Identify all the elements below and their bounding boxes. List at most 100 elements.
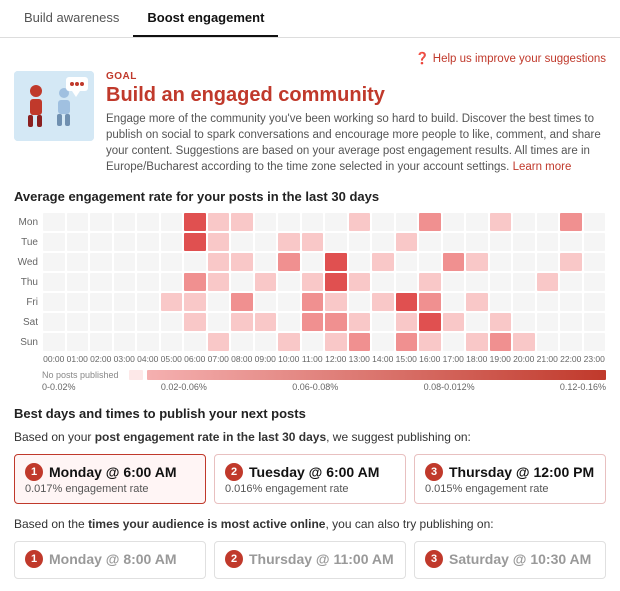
heatmap-cell: [513, 293, 535, 311]
audience-card: 3 Saturday @ 10:30 AM: [414, 541, 606, 579]
goal-text-block: GOAL Build an engaged community Engage m…: [106, 71, 606, 175]
heatmap-cell: [537, 213, 559, 231]
hour-label: 03:00: [113, 354, 137, 364]
audience-card-time: Monday @ 8:00 AM: [49, 551, 176, 567]
card-rate: 0.015% engagement rate: [425, 483, 595, 495]
heatmap-cell: [184, 253, 206, 271]
heatmap-cell: [278, 293, 300, 311]
heatmap-cell: [584, 253, 606, 271]
hour-label: 19:00: [489, 354, 513, 364]
heatmap-row: [42, 252, 606, 272]
main-content: ❓ Help us improve your suggestions: [0, 38, 620, 591]
heatmap-cell: [419, 313, 441, 331]
day-label: Fri: [14, 292, 42, 312]
heatmap-cell: [137, 293, 159, 311]
heatmap-cell: [137, 253, 159, 271]
heatmap-cell: [490, 273, 512, 291]
heatmap-cell: [349, 333, 371, 351]
heatmap-cell: [43, 233, 65, 251]
heatmap-row: [42, 332, 606, 352]
tab-build-awareness[interactable]: Build awareness: [10, 0, 133, 37]
heatmap-cell: [208, 233, 230, 251]
heatmap-cell: [208, 273, 230, 291]
heatmap-cell: [114, 333, 136, 351]
heatmap-cell: [231, 213, 253, 231]
heatmap-cell: [278, 253, 300, 271]
hour-label: 14:00: [371, 354, 395, 364]
heatmap-cell: [137, 313, 159, 331]
engagement-suggestions: 1 Monday @ 6:00 AM 0.017% engagement rat…: [14, 454, 606, 504]
heatmap-cell: [161, 293, 183, 311]
heatmap-row: [42, 312, 606, 332]
heatmap-cell: [67, 293, 89, 311]
heatmap-cell: [43, 273, 65, 291]
heatmap-body: [42, 212, 606, 352]
heatmap-cell: [325, 273, 347, 291]
audience-card: 1 Monday @ 8:00 AM: [14, 541, 206, 579]
learn-more-link[interactable]: Learn more: [513, 161, 572, 173]
heatmap-cell: [396, 233, 418, 251]
heatmap-cell: [537, 333, 559, 351]
heatmap-cell: [255, 333, 277, 351]
audience-desc: Based on the times your audience is most…: [14, 516, 606, 533]
heatmap-cell: [560, 213, 582, 231]
heatmap-cell: [184, 233, 206, 251]
heatmap-cell: [584, 293, 606, 311]
heatmap-cell: [537, 313, 559, 331]
heatmap-cell: [114, 273, 136, 291]
heatmap-cell: [161, 273, 183, 291]
heatmap-cell: [161, 313, 183, 331]
card-rank-row: 3 Thursday @ 12:00 PM: [425, 463, 595, 481]
heatmap-cell: [184, 333, 206, 351]
heatmap-cell: [490, 233, 512, 251]
heatmap-cell: [443, 253, 465, 271]
heatmap-cell: [43, 253, 65, 271]
heatmap-cell: [443, 333, 465, 351]
help-link[interactable]: ❓ Help us improve your suggestions: [415, 53, 606, 65]
legend-range-labels: 0-0.02%0.02-0.06%0.06-0.08%0.08-0.012%0.…: [42, 382, 606, 392]
heatmap-cell: [278, 333, 300, 351]
heatmap-cell: [396, 313, 418, 331]
audience-card-rank-row: 2 Thursday @ 11:00 AM: [225, 550, 395, 568]
heatmap-cell: [443, 293, 465, 311]
heatmap-cell: [419, 253, 441, 271]
legend-range-item: 0-0.02%: [42, 382, 76, 392]
hour-label: 02:00: [89, 354, 113, 364]
heatmap-cell: [372, 293, 394, 311]
day-label: Mon: [14, 212, 42, 232]
heatmap-cell: [560, 253, 582, 271]
heatmap-cell: [278, 313, 300, 331]
day-label: Sat: [14, 312, 42, 332]
heatmap-cell: [584, 313, 606, 331]
suggestion-card: 3 Thursday @ 12:00 PM 0.015% engagement …: [414, 454, 606, 504]
heatmap-cell: [396, 273, 418, 291]
hour-label: 11:00: [301, 354, 325, 364]
day-label: Thu: [14, 272, 42, 292]
goal-illustration: [14, 71, 94, 141]
heatmap-cell: [184, 313, 206, 331]
heatmap-cell: [302, 213, 324, 231]
heatmap-cell: [443, 213, 465, 231]
hour-label: 20:00: [512, 354, 536, 364]
best-times-section: Best days and times to publish your next…: [14, 406, 606, 579]
heatmap-cell: [90, 313, 112, 331]
suggestion-card: 1 Monday @ 6:00 AM 0.017% engagement rat…: [14, 454, 206, 504]
heatmap-cell: [114, 293, 136, 311]
heatmap-cell: [184, 293, 206, 311]
heatmap-cell: [114, 213, 136, 231]
heatmap-cell: [419, 273, 441, 291]
heatmap-title: Average engagement rate for your posts i…: [14, 189, 606, 204]
heatmap-cell: [43, 333, 65, 351]
heatmap-cell: [90, 273, 112, 291]
heatmap-cell: [560, 233, 582, 251]
tab-boost-engagement[interactable]: Boost engagement: [133, 0, 278, 37]
audience-rank-badge: 2: [225, 550, 243, 568]
rank-badge: 3: [425, 463, 443, 481]
heatmap-cell: [67, 333, 89, 351]
heatmap-cell: [208, 313, 230, 331]
hour-label: 09:00: [254, 354, 278, 364]
hour-label: 22:00: [559, 354, 583, 364]
heatmap-cell: [443, 233, 465, 251]
heatmap-cell: [560, 313, 582, 331]
heatmap-cell: [513, 253, 535, 271]
